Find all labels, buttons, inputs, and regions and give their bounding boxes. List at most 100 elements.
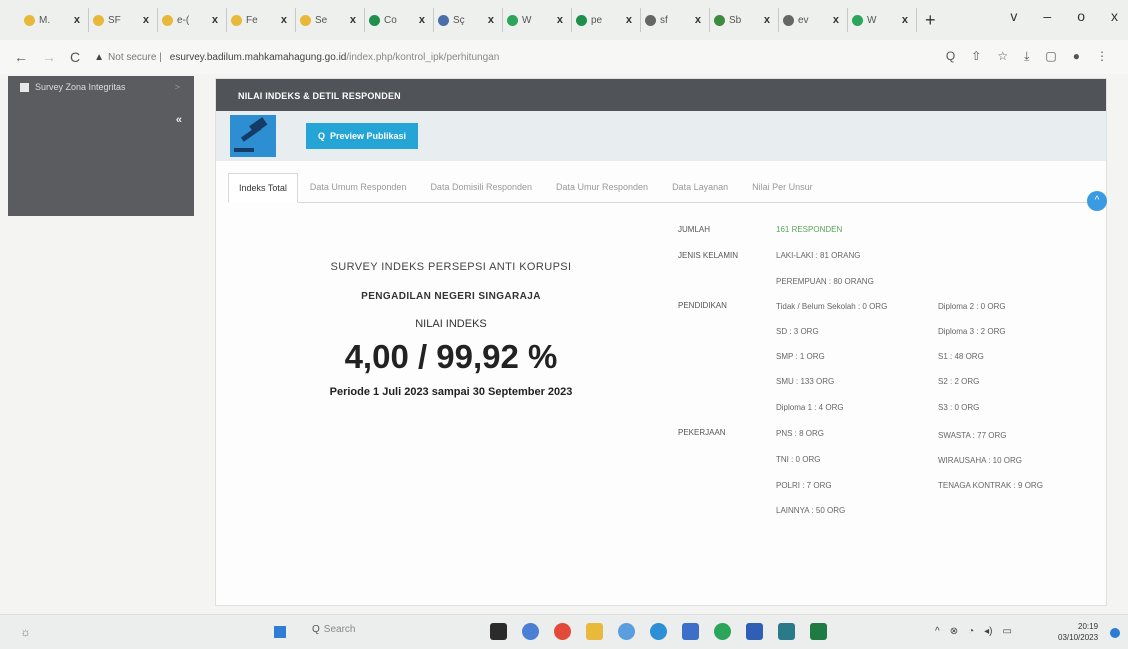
panel-tabs: Indeks Total Data Umum Responden Data Do… (228, 173, 1104, 203)
browser-tab[interactable]: e-(x (158, 8, 227, 32)
notification-icon[interactable] (1110, 628, 1120, 638)
browser-tab[interactable]: Co x (365, 8, 434, 32)
scroll-top-button[interactable]: ^ (1087, 191, 1107, 211)
tab-close-icon[interactable]: x (281, 14, 287, 26)
tab-favicon-icon (645, 14, 656, 26)
browser-tab[interactable]: Sb x (710, 8, 779, 32)
clock-date: 03/10/2023 (1058, 633, 1099, 642)
tab-close-icon[interactable]: x (74, 14, 80, 26)
browser-tab[interactable]: SF x (89, 8, 158, 32)
menu-icon[interactable]: ⋮ (1096, 49, 1108, 64)
tab-indeks-total[interactable]: Indeks Total (228, 173, 298, 203)
zoom-icon[interactable]: Q (946, 49, 955, 64)
reload-button[interactable]: C (70, 49, 80, 65)
preview-publication-button[interactable]: Q Preview Publikasi (306, 123, 418, 149)
screen-tool-icon[interactable] (778, 623, 795, 640)
wifi-icon[interactable]: ◔ (968, 626, 974, 637)
job-pns: PNS : 8 ORG (776, 429, 825, 438)
chevron-up-icon[interactable]: ^ (935, 626, 940, 637)
url-field[interactable]: esurvey.badilum.mahkamahagung.go.id/inde… (170, 52, 499, 63)
forward-button[interactable]: → (42, 49, 56, 65)
tab-close-icon[interactable]: x (902, 14, 908, 26)
tab-close-icon[interactable]: x (764, 14, 770, 26)
edge-icon[interactable] (650, 623, 667, 640)
warning-icon: ▲ (94, 51, 105, 63)
new-tab-button[interactable]: + (925, 10, 936, 31)
word-icon[interactable] (746, 623, 763, 640)
survey-period: Periode 1 Juli 2023 sampai 30 September … (329, 386, 573, 398)
tab-close-icon[interactable]: x (212, 14, 218, 26)
job-swasta: SWASTA : 77 ORG (938, 431, 1007, 440)
browser-tab[interactable]: Sç x (434, 8, 503, 32)
excel-icon[interactable] (810, 623, 827, 640)
tab-close-icon[interactable]: x (488, 14, 494, 26)
tab-close-icon[interactable]: x (695, 14, 701, 26)
collapse-sidebar-button[interactable]: « (176, 114, 182, 126)
file-explorer-icon[interactable] (586, 623, 603, 640)
court-name: PENGADILAN NEGERI SINGARAJA (361, 291, 541, 302)
browser-tab[interactable]: ev x (779, 8, 848, 32)
panel-banner: Q Preview Publikasi (216, 111, 1106, 161)
share-icon[interactable]: ⇧ (971, 49, 981, 64)
job-tenaga-kontrak: TENAGA KONTRAK : 9 ORG (938, 481, 1043, 490)
close-window-button[interactable]: x (1111, 8, 1118, 24)
minimize-button[interactable]: – (1043, 8, 1051, 24)
taskbar-search[interactable]: Q Search (312, 624, 355, 635)
tab-data-umum-responden[interactable]: Data Umum Responden (298, 182, 419, 202)
tab-favicon-icon (576, 14, 587, 26)
tab-close-icon[interactable]: x (350, 14, 356, 26)
tab-data-domisili-responden[interactable]: Data Domisili Responden (418, 182, 544, 202)
tab-close-icon[interactable]: x (626, 14, 632, 26)
download-icon[interactable]: ⤓ (1024, 49, 1029, 64)
edu-s3: S3 : 0 ORG (938, 403, 980, 412)
browser-tab[interactable]: sf x (641, 8, 710, 32)
edu-smu: SMU : 133 ORG (776, 377, 835, 386)
sidebar-item-survey-zona-integritas[interactable]: Survey Zona Integritas > (8, 76, 194, 98)
security-indicator[interactable]: ▲ Not secure | (94, 52, 162, 63)
tab-close-icon[interactable]: x (833, 14, 839, 26)
chrome-icon[interactable] (554, 623, 571, 640)
start-button[interactable] (274, 626, 286, 638)
browser-tab[interactable]: Se x (296, 8, 365, 32)
tab-nilai-per-unsur[interactable]: Nilai Per Unsur (740, 182, 825, 202)
chat-icon[interactable] (522, 623, 539, 640)
spotify-icon[interactable] (714, 623, 731, 640)
tab-favicon-icon (231, 14, 242, 26)
tab-favicon-icon (783, 14, 794, 26)
restore-button[interactable]: o (1077, 8, 1085, 24)
browser-tab[interactable]: Fe x (227, 8, 296, 32)
url-path: /index.php/kontrol_ipk/perhitungan (346, 51, 500, 63)
job-lainnya: LAINNYA : 50 ORG (776, 506, 846, 515)
settings-icon[interactable]: ⊗ (950, 626, 958, 637)
profile-avatar[interactable]: ● (1073, 49, 1080, 64)
tab-close-icon[interactable]: x (143, 14, 149, 26)
copilot-icon[interactable] (618, 623, 635, 640)
browser-tab[interactable]: pe x (572, 8, 641, 32)
tab-favicon-icon (507, 14, 518, 26)
tab-close-icon[interactable]: x (557, 14, 563, 26)
browser-tab[interactable]: M. x (20, 8, 89, 32)
jumlah-label: JUMLAH (678, 225, 711, 234)
tab-favicon-icon (714, 14, 725, 26)
tab-data-umur-responden[interactable]: Data Umur Responden (544, 182, 660, 202)
weather-icon[interactable]: ☼ (20, 625, 31, 639)
sidebar-toggle-icon[interactable]: ▢ (1045, 49, 1056, 64)
task-view-icon[interactable] (490, 623, 507, 640)
tab-search-button[interactable]: v (1010, 8, 1017, 24)
education-label: PENDIDIKAN (678, 301, 727, 310)
browser-tab[interactable]: Wx (848, 8, 917, 32)
volume-icon[interactable]: ◂) (984, 626, 992, 637)
back-button[interactable]: ← (14, 49, 28, 65)
bookmark-star-icon[interactable]: ☆ (997, 49, 1008, 64)
search-icon: Q (317, 131, 325, 141)
store-icon[interactable] (682, 623, 699, 640)
battery-icon[interactable]: ▭ (1003, 626, 1012, 637)
sidebar-item-label: Survey Zona Integritas (35, 82, 126, 92)
tab-close-icon[interactable]: x (419, 14, 425, 26)
clock[interactable]: 20:19 03/10/2023 (1058, 621, 1098, 643)
document-icon (20, 82, 29, 92)
tab-data-layanan[interactable]: Data Layanan (660, 182, 740, 202)
search-icon: Q (312, 624, 320, 635)
tab-list: M. x SF x e-(x Fe x Se x Co x Sç x Wx pe x sf x Sb x ev x Wx (20, 8, 917, 32)
browser-tab[interactable]: Wx (503, 8, 572, 32)
